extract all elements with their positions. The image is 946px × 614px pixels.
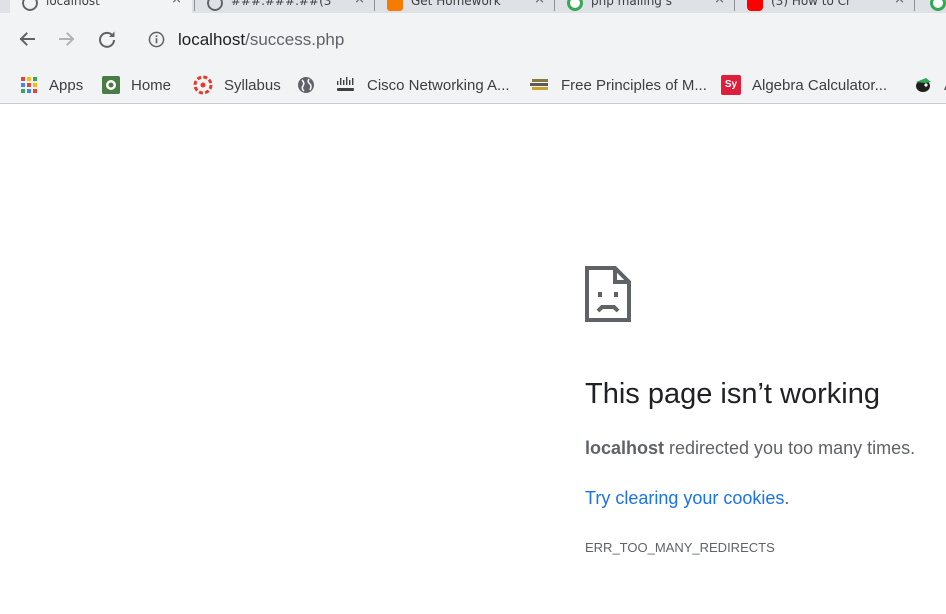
green-favicon	[930, 0, 946, 11]
url-host: localhost	[178, 30, 246, 49]
tab-localhost[interactable]: localhost ×	[10, 0, 192, 13]
close-icon[interactable]: ×	[714, 0, 725, 7]
address-bar[interactable]: localhost/success.php	[136, 22, 946, 57]
tab-separator	[914, 0, 915, 11]
tab-get-homework[interactable]: Get Homework ×	[375, 0, 555, 13]
bookmark-overflow[interactable]: A	[913, 67, 946, 103]
arrow-left-icon	[19, 32, 35, 46]
bookmark-home[interactable]: Home	[102, 67, 171, 103]
page-content: This page isn’t working localhost redire…	[0, 104, 946, 614]
close-icon[interactable]: ×	[534, 0, 545, 7]
error-code: ERR_TOO_MANY_REDIRECTS	[585, 540, 775, 555]
bookmark-label: Home	[131, 76, 172, 94]
tab-title: ###.###.##(3).php	[231, 0, 331, 8]
tab-php-mailing[interactable]: php mailing s ×	[555, 0, 735, 13]
error-suggestion: Try clearing your cookies.	[585, 488, 789, 509]
bookmarks-bar: Apps Home Syllabus Cisco Networking A...	[0, 67, 946, 104]
info-icon[interactable]	[148, 31, 165, 48]
bookmark-principles[interactable]: Free Principles of M...	[530, 67, 707, 103]
bookmark-apps[interactable]: Apps	[20, 67, 83, 103]
bookmark-label: Syllabus	[224, 76, 281, 94]
close-icon[interactable]: ×	[171, 0, 182, 7]
tab-title: localhost	[46, 0, 100, 8]
globe-icon	[207, 0, 223, 11]
green-bird-icon	[916, 78, 931, 92]
back-button[interactable]	[12, 24, 42, 54]
url-path: /success.php	[245, 30, 345, 49]
url-text[interactable]: localhost/success.php	[178, 30, 344, 50]
tab-php-file[interactable]: ###.###.##(3).php ×	[195, 0, 375, 13]
reload-icon	[99, 31, 115, 48]
sad-page-icon	[585, 266, 631, 322]
bookmark-algebra[interactable]: Sy Algebra Calculator...	[721, 67, 887, 103]
error-message-text: redirected you too many times.	[664, 438, 916, 458]
forward-button[interactable]	[52, 24, 82, 54]
globe-icon	[22, 0, 38, 11]
canvas-logo-icon	[193, 75, 213, 95]
tab-youtube[interactable]: (3) How to Cr ×	[735, 0, 915, 13]
browser-toolbar: localhost/success.php	[0, 13, 946, 67]
apps-grid-icon	[21, 77, 37, 93]
suggestion-period: .	[784, 488, 790, 508]
home-favicon	[102, 76, 120, 94]
bookmark-label: Cisco Networking A...	[367, 76, 510, 94]
bookmark-label: Free Principles of M...	[561, 76, 707, 94]
green-favicon	[567, 0, 583, 11]
tab-title: Get Homework	[411, 0, 501, 8]
error-host: localhost	[585, 438, 665, 458]
cisco-logo-icon	[337, 77, 354, 91]
bookmark-syllabus[interactable]: Syllabus	[193, 67, 281, 103]
books-icon	[530, 79, 548, 90]
error-title: This page isn’t working	[585, 378, 880, 410]
close-icon[interactable]: ×	[894, 0, 905, 7]
tab-title: php mailing s	[591, 0, 672, 8]
orange-favicon	[387, 0, 403, 11]
tab-strip: localhost × ###.###.##(3).php × Get Home…	[0, 0, 946, 13]
bookmark-label: Algebra Calculator...	[752, 76, 888, 94]
symbolab-icon: Sy	[721, 75, 741, 95]
bookmark-label: Apps	[49, 76, 84, 94]
error-message: localhost redirected you too many times.	[585, 438, 915, 459]
youtube-icon	[747, 0, 763, 11]
arrow-right-icon	[59, 32, 75, 46]
bookmark-globe[interactable]	[297, 67, 326, 103]
clear-cookies-link[interactable]: Try clearing your cookies	[585, 488, 784, 508]
tab-partial[interactable]	[922, 0, 946, 13]
reload-button[interactable]	[92, 24, 122, 54]
bookmark-cisco[interactable]: Cisco Networking A...	[336, 67, 510, 103]
tab-title: (3) How to Cr	[771, 0, 851, 8]
globe-icon	[298, 77, 314, 93]
close-icon[interactable]: ×	[354, 0, 365, 7]
